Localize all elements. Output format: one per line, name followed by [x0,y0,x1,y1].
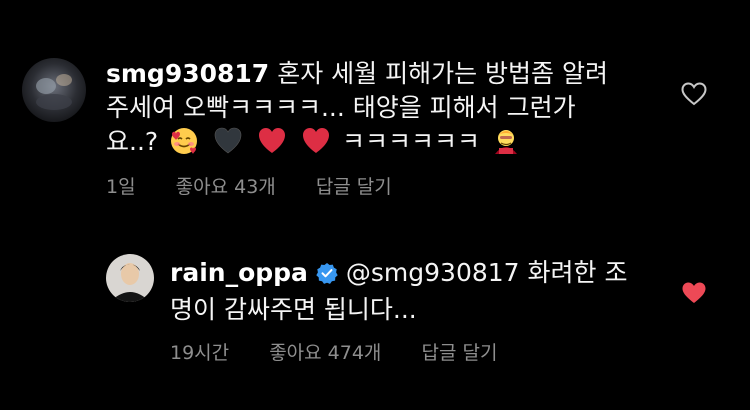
smiling-hearts-emoji [169,126,199,165]
comment-line-2: 주세여 오빡ㅋㅋㅋㅋ... 태양을 피해서 그런가 [106,93,576,122]
comment-2: rain_oppa @smg930817 화려한 조 명이 감싸주면 됩니다..… [0,230,750,400]
like-heart-outline-icon[interactable] [681,82,707,110]
comment-text: smg930817 혼자 세월 피해가는 방법좀 알려 주세여 오빡ㅋㅋㅋㅋ...… [106,57,706,165]
verified-badge-icon [316,259,338,293]
comment-username[interactable]: smg930817 [106,59,269,88]
comment-line-3: 요..? [106,127,159,156]
reply-button[interactable]: 답글 달기 [421,342,497,364]
comment-laugh-tail: ㅋㅋㅋㅋㅋㅋ [341,127,480,156]
red-heart-emoji [257,126,287,165]
like-heart-filled-icon[interactable] [681,281,707,309]
red-heart-emoji [301,126,331,165]
comment-time: 19시간 [170,342,230,364]
likes-count[interactable]: 좋아요 474개 [269,342,381,364]
reply-text: rain_oppa @smg930817 화려한 조 명이 감싸주면 됩니다..… [170,256,690,327]
comment-meta: 1일 좋아요 43개 답글 달기 [106,172,426,199]
black-heart-emoji [213,126,243,165]
comment-1: smg930817 혼자 세월 피해가는 방법좀 알려 주세여 오빡ㅋㅋㅋㅋ...… [0,0,750,210]
comment-line-1: 혼자 세월 피해가는 방법좀 알려 [277,59,608,88]
superhero-emoji [491,126,521,165]
comment-time: 1일 [106,176,136,198]
likes-count[interactable]: 좋아요 43개 [176,176,276,198]
reply-meta: 19시간 좋아요 474개 답글 달기 [170,338,531,365]
reply-line-1: @smg930817 화려한 조 [345,258,628,287]
reply-line-2: 명이 감싸주면 됩니다... [170,295,417,324]
reply-button[interactable]: 답글 달기 [316,176,392,198]
avatar[interactable] [106,254,154,302]
avatar[interactable] [22,58,86,122]
comment-username[interactable]: rain_oppa [170,258,308,287]
